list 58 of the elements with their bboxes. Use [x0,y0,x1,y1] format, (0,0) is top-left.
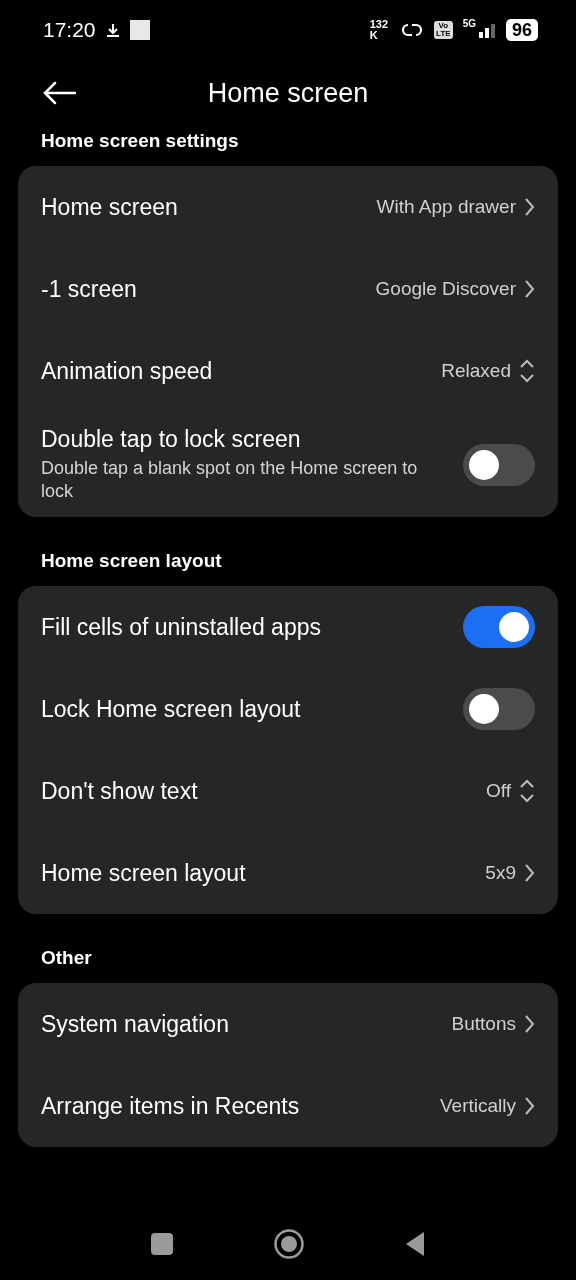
setting-row[interactable]: Don't show text Off [18,750,558,832]
setting-title: Home screen [41,193,179,221]
setting-row[interactable]: Home screen With App drawer [18,166,558,248]
signal-icon [477,21,496,39]
setting-row[interactable]: Arrange items in Recents Vertically [18,1065,558,1147]
setting-row[interactable]: -1 screen Google Discover [18,248,558,330]
back-arrow-icon [42,81,76,105]
setting-title: Don't show text [41,777,199,805]
download-icon [105,23,120,37]
toggle-switch[interactable] [463,443,535,486]
toggle-switch[interactable] [463,688,535,730]
speed-unit: K [369,30,379,41]
section-header: Home screen layout [41,550,222,572]
setting-row[interactable]: System navigation Buttons [18,983,558,1065]
toggle-switch[interactable] [463,606,535,648]
chevron-right-icon [524,863,535,883]
page-title: Home screen [207,77,369,109]
setting-value[interactable]: 5x9 [485,862,516,884]
setting-row[interactable]: Home screen layout 5x9 [18,832,558,914]
setting-title: System navigation [41,1010,230,1038]
setting-row[interactable]: Double tap to lock screen Double tap a blank spot on the Home screen to lock [18,412,558,517]
chevron-right-icon [524,197,535,217]
setting-title: Double tap to lock screen [41,426,302,453]
square-icon [129,20,150,40]
setting-title: Lock Home screen layout [41,695,302,723]
setting-row[interactable]: Animation speed Relaxed [18,330,558,412]
setting-title: Animation speed [41,357,214,385]
chevron-right-icon [524,1096,535,1116]
setting-title: Arrange items in Recents [41,1092,301,1120]
home-button[interactable] [274,1229,304,1259]
network-speed: 132 [369,19,389,30]
setting-value[interactable]: Off [486,780,511,802]
setting-title: Home screen layout [41,859,247,887]
setting-title: Fill cells of uninstalled apps [41,613,322,641]
back-nav-button[interactable] [404,1231,426,1257]
up-down-chevron-icon [519,359,535,383]
section-header: Other [41,947,92,969]
setting-value[interactable]: Buttons [451,1013,516,1035]
chevron-right-icon [524,279,535,299]
recents-button[interactable] [150,1232,174,1256]
section-header: Home screen settings [41,130,239,152]
chevron-right-icon [524,1014,535,1034]
network-type: 5G [462,18,476,29]
triangle-icon [404,1231,426,1257]
setting-value[interactable]: With App drawer [376,196,516,218]
setting-row[interactable]: Lock Home screen layout [18,668,558,750]
setting-description: Double tap a blank spot on the Home screen to lock [41,457,419,503]
volte-badge: Vo LTE [434,21,453,39]
setting-value[interactable]: Relaxed [441,360,511,382]
setting-value[interactable]: Vertically [439,1095,516,1117]
square-icon [150,1232,174,1256]
setting-title: -1 screen [41,275,138,303]
setting-value[interactable]: Google Discover [375,278,516,300]
setting-row[interactable]: Fill cells of uninstalled apps [18,586,558,668]
circle-icon [274,1229,304,1259]
battery-level: 96 [505,19,538,41]
clock: 17:20 [43,18,96,42]
up-down-chevron-icon [519,779,535,803]
